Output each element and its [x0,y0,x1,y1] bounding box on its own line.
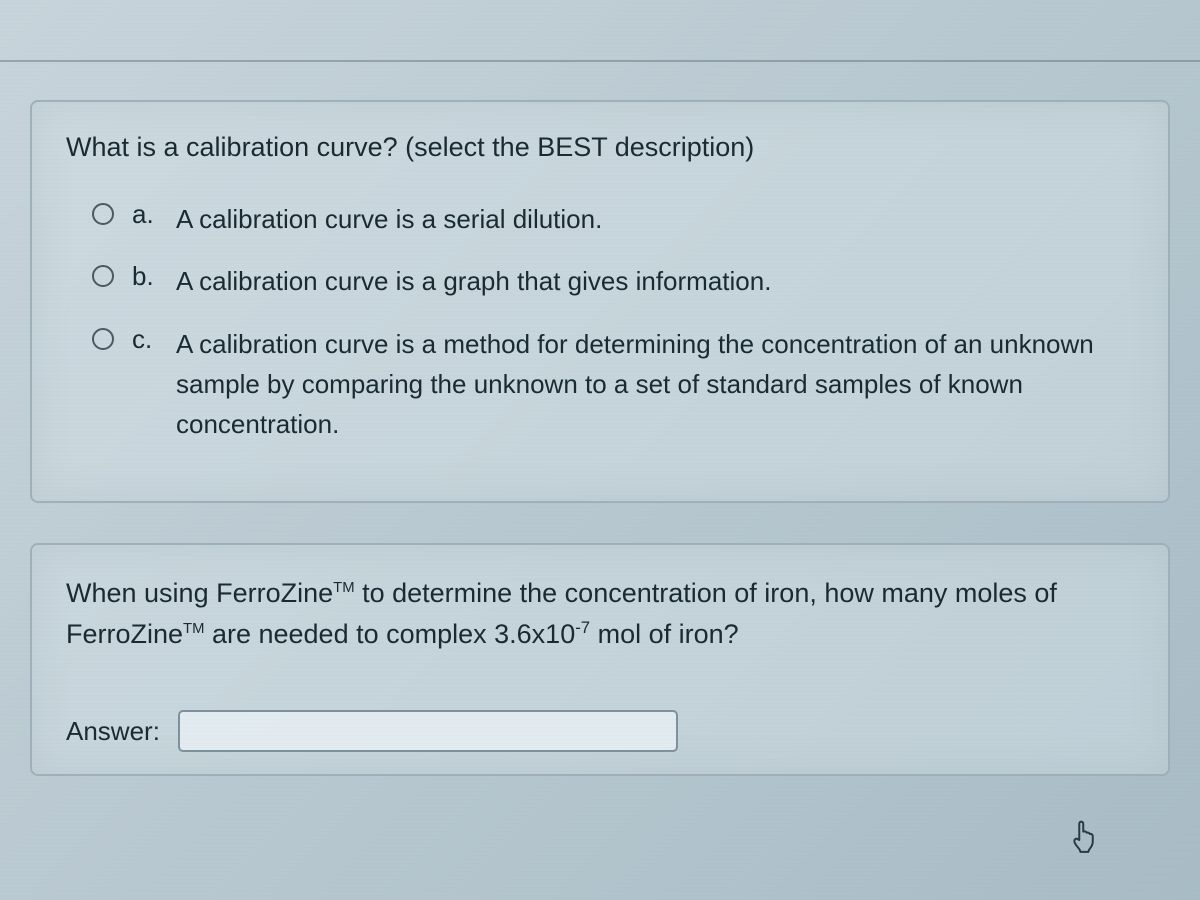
answer-input[interactable] [178,710,678,752]
option-letter-b: b. [132,261,166,292]
question-2-prompt: When using FerroZineTM to determine the … [66,573,1134,657]
exponent: -7 [575,618,590,637]
q2-seg4: mol of iron? [590,619,739,649]
option-text-a: A calibration curve is a serial dilution… [176,199,602,239]
radio-c[interactable] [92,328,114,350]
question-card-1: What is a calibration curve? (select the… [30,100,1170,503]
trademark-2: TM [183,621,204,637]
trademark-1: TM [333,580,354,596]
option-letter-a: a. [132,199,166,230]
option-row-a: a. A calibration curve is a serial dilut… [92,199,1134,239]
option-row-c: c. A calibration curve is a method for d… [92,324,1134,445]
option-letter-c: c. [132,324,166,355]
question-1-prompt: What is a calibration curve? (select the… [66,130,1134,165]
option-text-c: A calibration curve is a method for dete… [176,324,1134,445]
option-text-b: A calibration curve is a graph that give… [176,261,771,301]
question-card-2: When using FerroZineTM to determine the … [30,543,1170,777]
horizontal-rule [0,60,1200,62]
q2-seg3: are needed to complex 3.6x10 [204,619,575,649]
option-row-b: b. A calibration curve is a graph that g… [92,261,1134,301]
question-1-options: a. A calibration curve is a serial dilut… [66,199,1134,444]
radio-a[interactable] [92,203,114,225]
answer-row: Answer: [66,710,1134,752]
q2-seg1: When using FerroZine [66,578,333,608]
pointer-cursor-icon [1070,818,1100,854]
quiz-screen: What is a calibration curve? (select the… [0,0,1200,900]
radio-b[interactable] [92,265,114,287]
answer-label: Answer: [66,716,160,747]
